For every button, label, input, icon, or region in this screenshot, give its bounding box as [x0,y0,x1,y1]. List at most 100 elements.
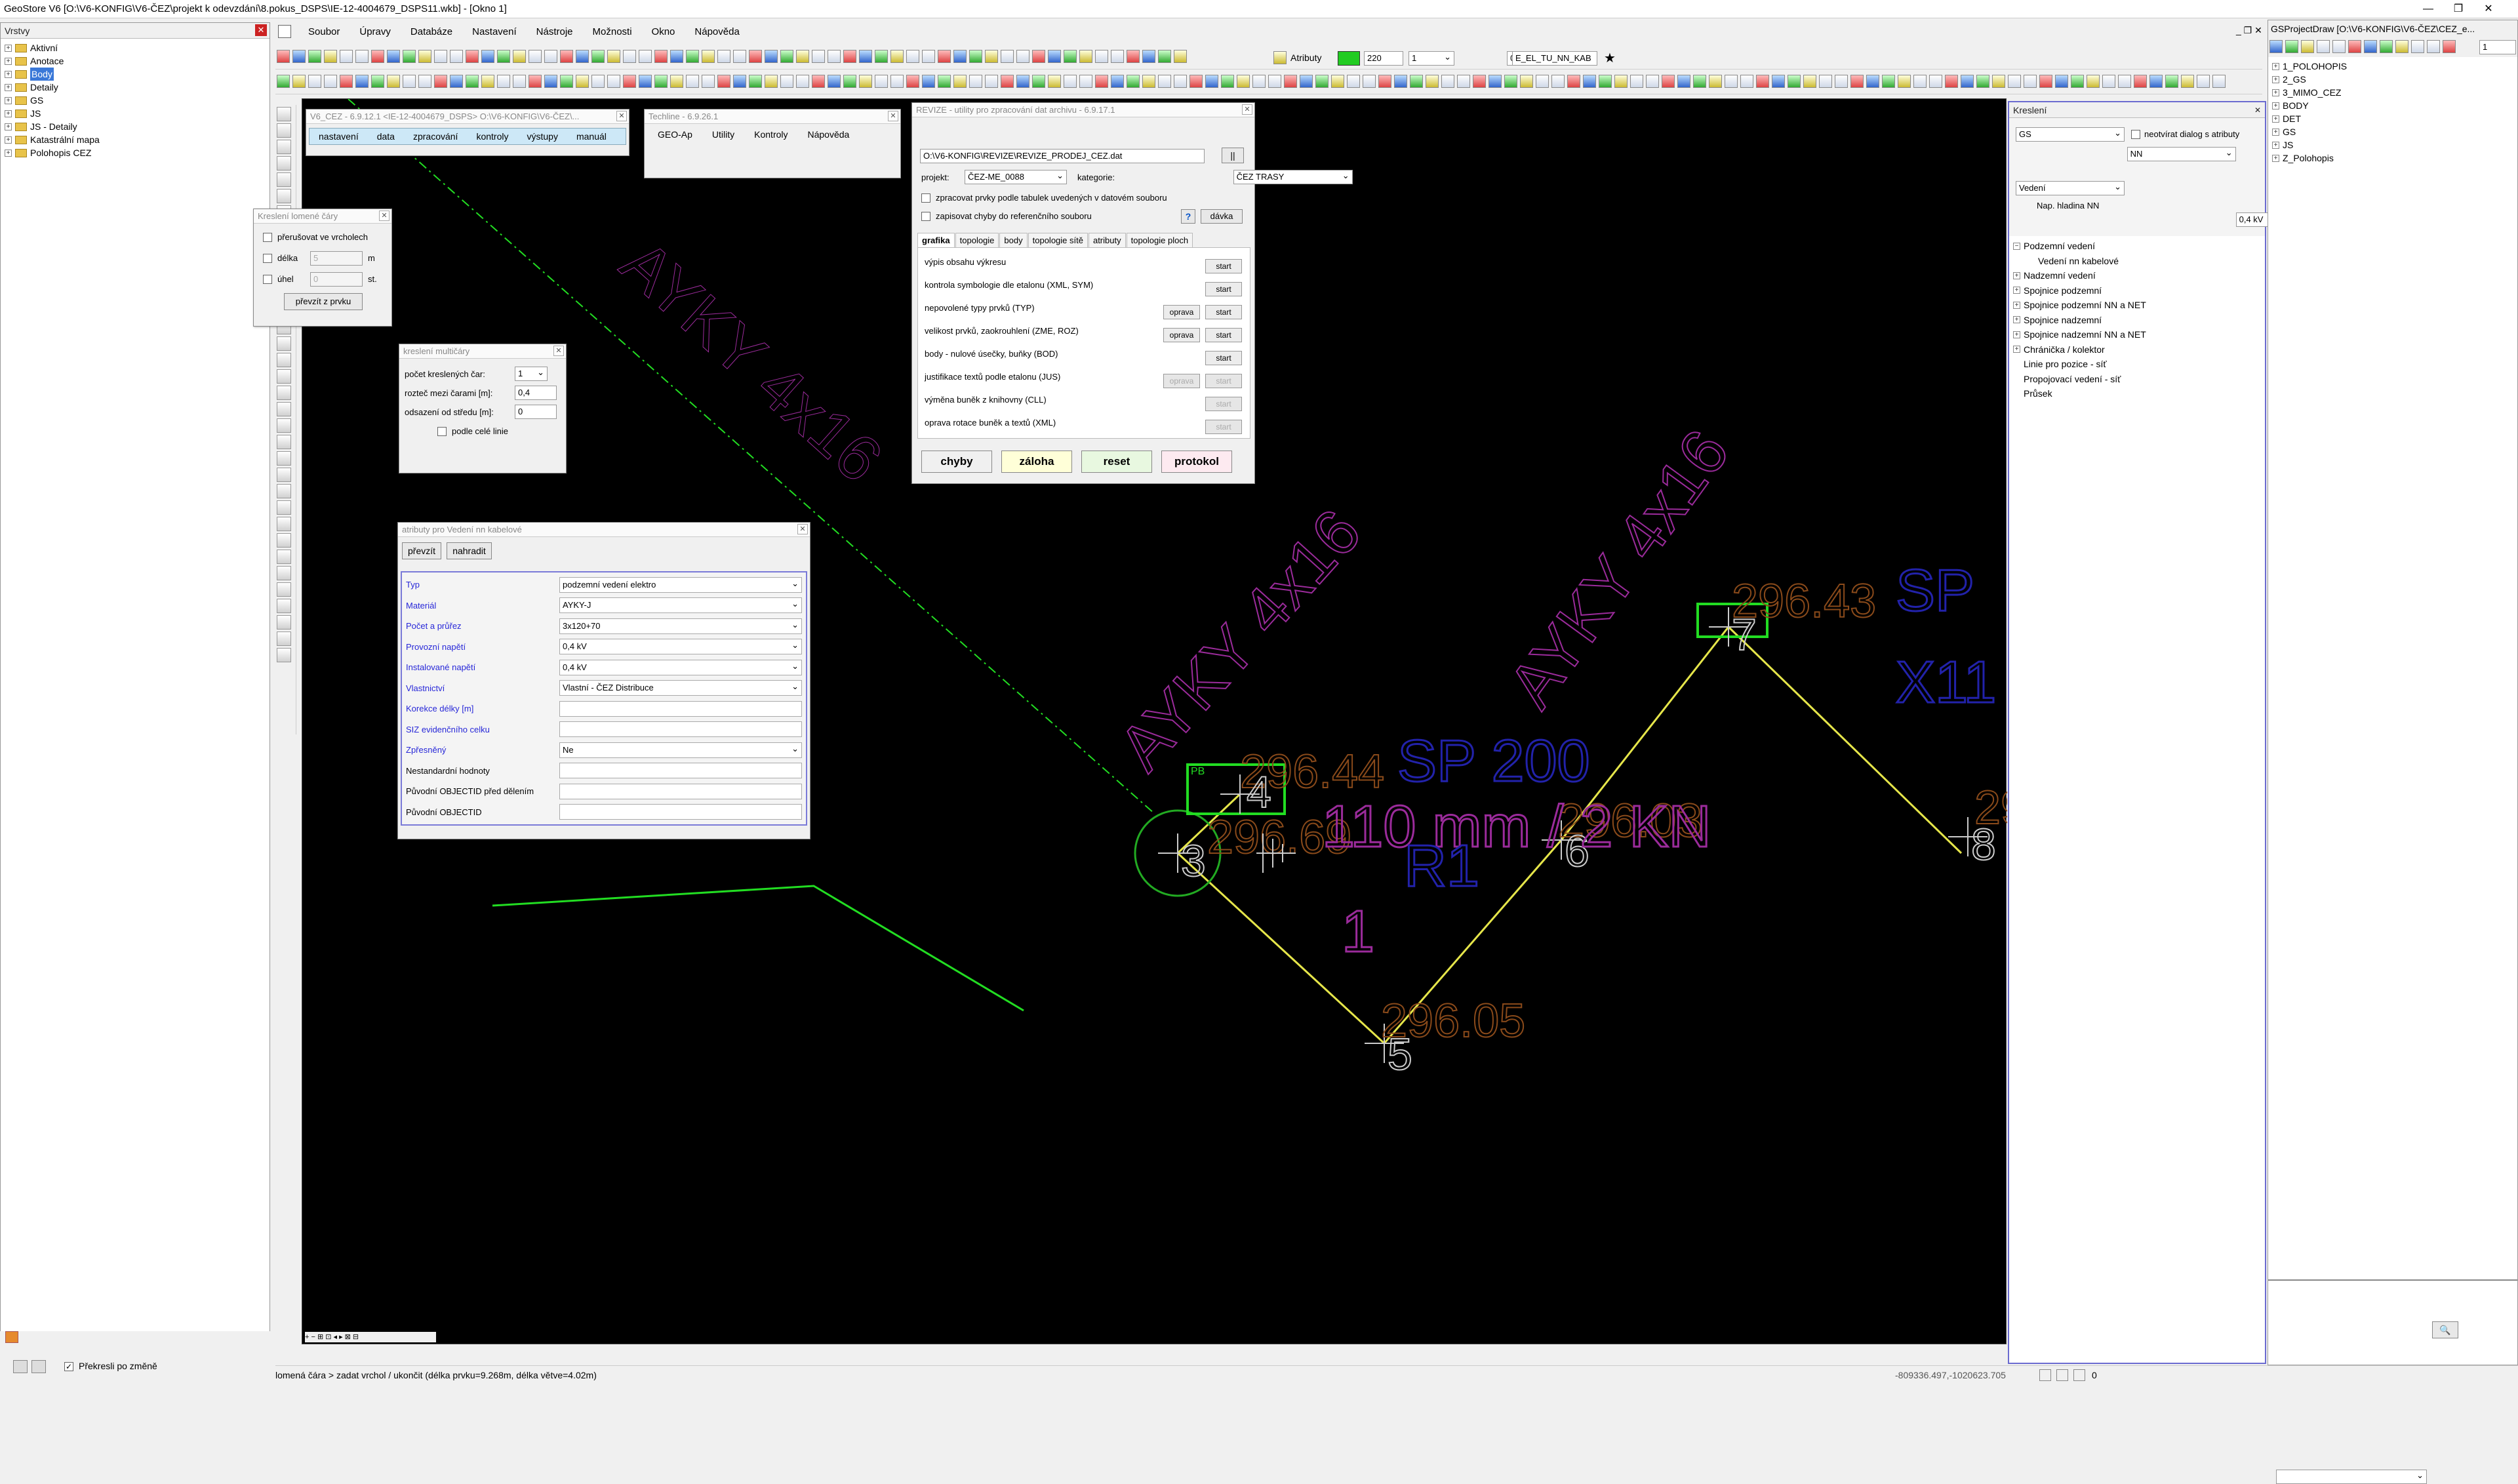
layer-item[interactable]: + Aktivní [5,41,266,54]
tool-icon[interactable] [418,75,431,88]
tool-icon[interactable] [717,75,730,88]
tool-icon[interactable] [591,50,605,63]
attributes-label[interactable]: Atributy [1290,52,1321,63]
expand-icon[interactable]: + [2013,316,2020,324]
tool-icon[interactable] [513,75,526,88]
angle-checkbox[interactable] [263,275,272,284]
expand-icon[interactable]: + [2272,128,2279,136]
tool-icon[interactable] [1520,75,1533,88]
tool-icon[interactable] [1221,75,1234,88]
tool-icon[interactable] [1961,75,1974,88]
tool-icon[interactable] [576,50,589,63]
layer-item[interactable]: + Detaily [5,81,266,94]
tool-icon[interactable] [2411,40,2424,53]
tool-icon[interactable] [1315,75,1329,88]
side-tool-icon[interactable] [277,451,291,466]
tool-icon[interactable] [938,75,951,88]
tool-icon[interactable] [371,50,384,63]
gsproject-tree-item[interactable]: + JS [2272,138,2513,151]
tool-icon[interactable] [938,50,951,63]
expand-icon[interactable]: + [5,110,12,117]
tool-icon[interactable] [2317,40,2330,53]
tool-icon[interactable] [2134,75,2147,88]
tool-icon[interactable] [2301,40,2314,53]
tool-icon[interactable] [906,50,919,63]
tool-icon[interactable] [1426,75,1439,88]
side-tool-icon[interactable] [277,435,291,449]
tool-icon[interactable] [985,75,998,88]
side-tool-icon[interactable] [277,336,291,351]
tool-icon[interactable] [1630,75,1643,88]
gsproject-tree-item[interactable]: +3_MIMO_CEZ [2272,86,2513,99]
v6cez-menu-item[interactable]: kontroly [476,131,508,142]
maximize-button[interactable]: ❐ [2443,0,2473,18]
side-tool-icon[interactable] [277,107,291,121]
layer-item[interactable]: + JS - Detaily [5,120,266,133]
tool-icon[interactable] [702,75,715,88]
tool-icon[interactable] [1048,50,1061,63]
fix-button[interactable]: oprava [1163,328,1200,342]
layer-item[interactable]: + Anotace [5,54,266,68]
tool-icon[interactable] [1174,75,1187,88]
tool-icon[interactable] [340,75,353,88]
expand-icon[interactable]: + [2272,62,2279,70]
side-tool-icon[interactable] [277,353,291,367]
element-tree-item[interactable]: Průsek [2013,386,2261,401]
ortho-icon[interactable] [2073,1369,2085,1381]
tool-icon[interactable] [1252,75,1266,88]
layer-name-input[interactable]: E_EL_TU_NN_KAB [1512,51,1597,66]
browse-button[interactable]: || [1222,148,1244,163]
tool-icon[interactable] [2102,75,2115,88]
tool-icon[interactable] [969,75,982,88]
tool-icon[interactable] [1725,75,1738,88]
tool-icon[interactable] [1001,50,1014,63]
tool-icon[interactable] [1583,75,1596,88]
tool-icon[interactable] [292,75,306,88]
tool-icon[interactable] [780,50,793,63]
expand-icon[interactable]: + [5,96,12,104]
redraw-icon[interactable] [13,1360,28,1373]
layer-item[interactable]: + Body [5,68,266,81]
tool-icon[interactable] [2165,75,2178,88]
tool-icon[interactable] [1048,75,1061,88]
tool-icon[interactable] [387,75,400,88]
gsproject-search-select[interactable] [2276,1469,2427,1484]
tool-icon[interactable] [828,75,841,88]
tool-icon[interactable] [1001,75,1014,88]
tool-icon[interactable] [387,50,400,63]
no-attr-dialog-checkbox[interactable] [2131,130,2140,139]
tool-icon[interactable] [1756,75,1769,88]
revize-tab[interactable]: body [999,233,1028,247]
v6cez-menu-item[interactable]: data [377,131,395,142]
tool-icon[interactable] [324,50,337,63]
tool-icon[interactable] [749,75,762,88]
side-tool-icon[interactable] [277,386,291,400]
tool-icon[interactable] [859,50,872,63]
expand-icon[interactable]: + [2272,154,2279,162]
expand-icon[interactable]: + [2272,75,2279,83]
take-from-element-button[interactable]: převzít z prvku [284,293,363,310]
tool-icon[interactable] [1788,75,1801,88]
tool-icon[interactable] [2055,75,2068,88]
tool-icon[interactable] [654,50,668,63]
tool-icon[interactable] [733,50,746,63]
menu-item[interactable]: Okno [652,26,675,37]
tool-icon[interactable] [1677,75,1690,88]
tool-icon[interactable] [450,75,463,88]
tool-icon[interactable] [418,50,431,63]
tool-icon[interactable] [953,50,967,63]
element-tree-item[interactable]: + Spojnice nadzemní [2013,313,2261,328]
expand-icon[interactable]: + [5,57,12,65]
length-input[interactable]: 5 [310,251,363,266]
tool-icon[interactable] [796,75,809,88]
tool-icon[interactable] [308,75,321,88]
tool-icon[interactable] [1064,50,1077,63]
layer-tool-icon[interactable] [5,1331,18,1343]
tool-icon[interactable] [1394,75,1407,88]
tool-icon[interactable] [733,75,746,88]
v6cez-menu-item[interactable]: nastavení [319,131,359,142]
close-icon[interactable]: ✕ [1242,104,1252,115]
close-icon[interactable]: ✕ [379,211,390,221]
tool-icon[interactable] [843,50,856,63]
tool-icon[interactable] [434,50,447,63]
